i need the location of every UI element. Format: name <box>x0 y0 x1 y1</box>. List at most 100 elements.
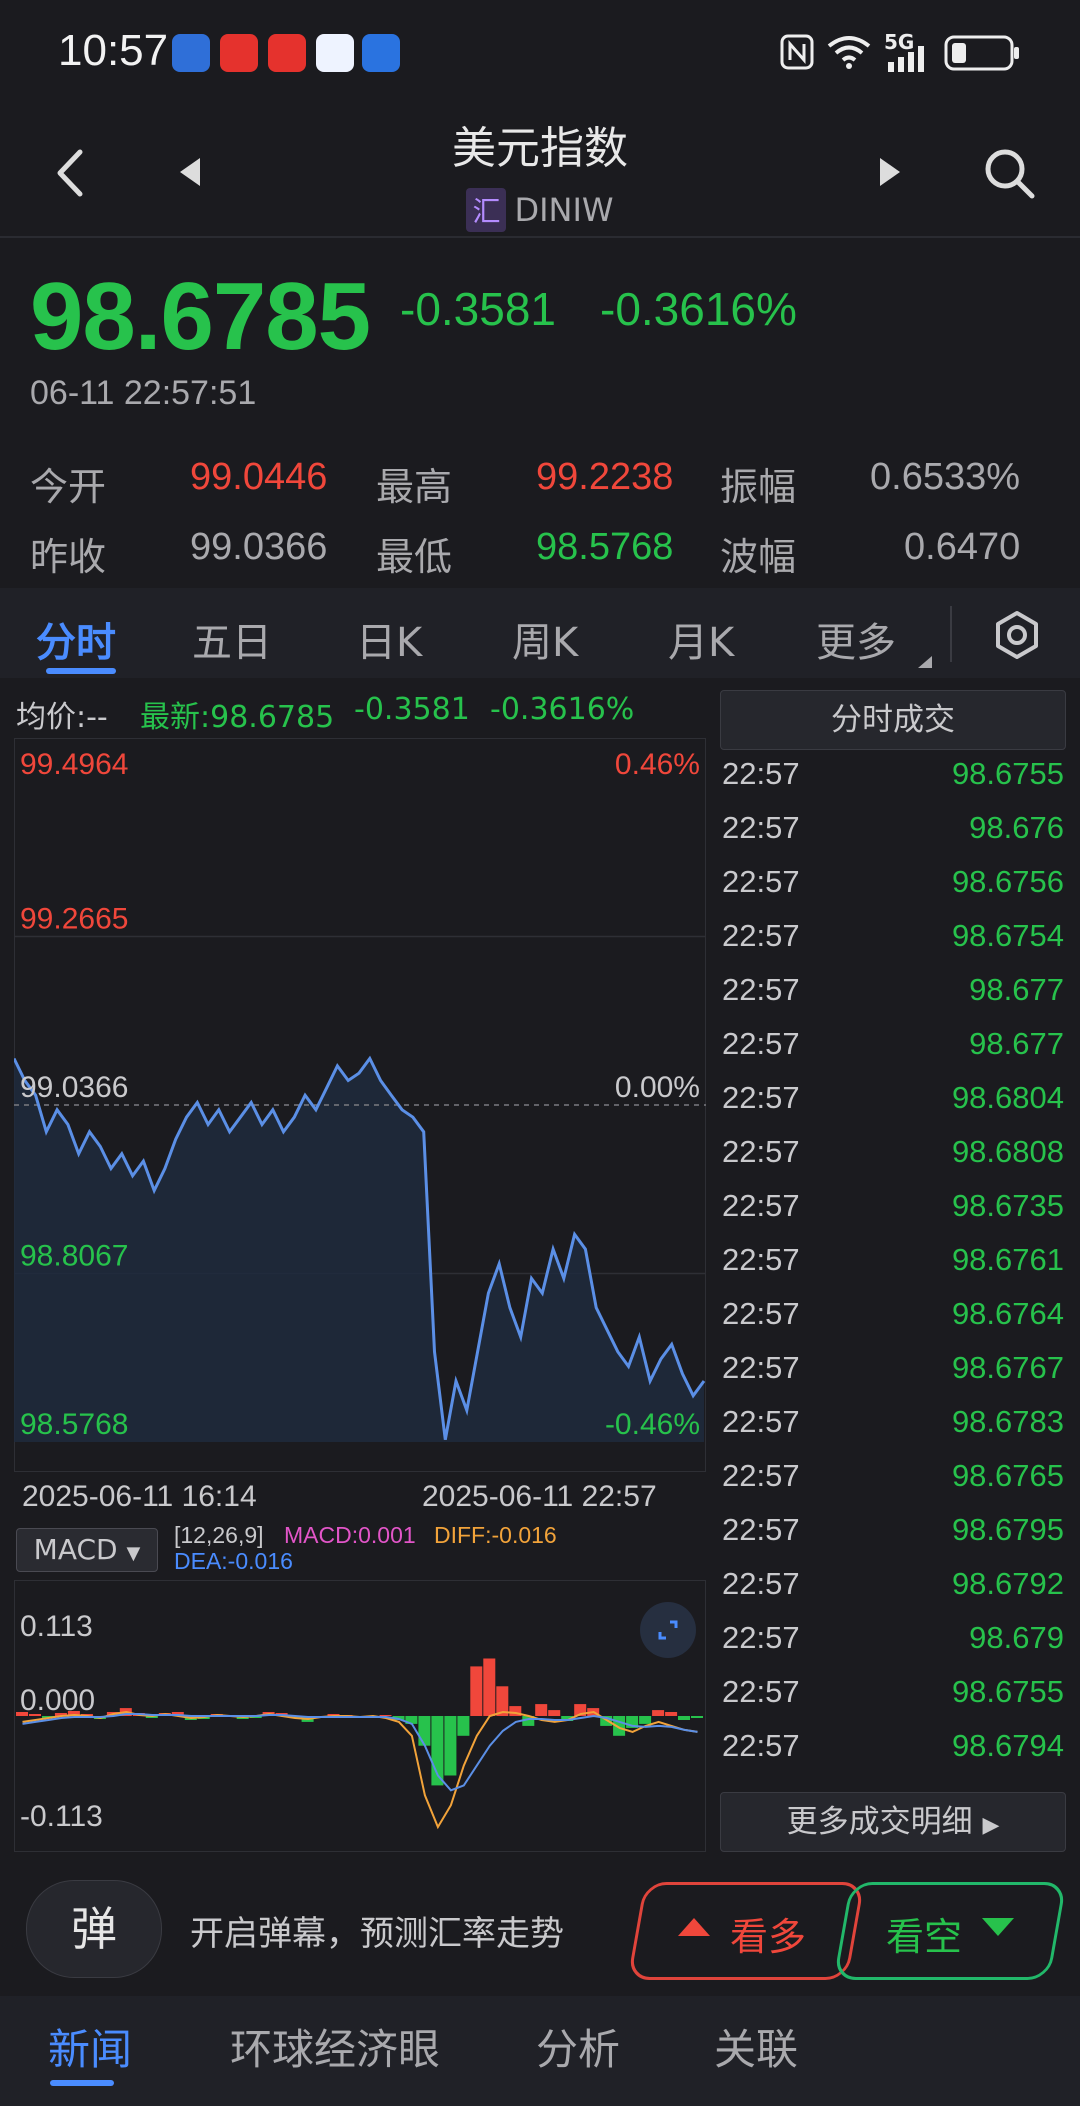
danmu-prompt[interactable]: 开启弹幕，预测汇率走势 <box>190 1906 564 1955</box>
macd-bar <box>483 1658 496 1716</box>
trade-time: 22:57 <box>722 1350 800 1385</box>
clock: 10:57 <box>58 26 169 75</box>
trades-header[interactable]: 分时成交 <box>720 690 1066 750</box>
trade-time: 22:57 <box>722 1620 800 1655</box>
nfc-icon <box>780 34 814 70</box>
trade-time: 22:57 <box>722 1728 800 1763</box>
trade-time: 22:57 <box>722 1134 800 1169</box>
trade-price: 98.6804 <box>951 1080 1064 1115</box>
expand-chart-button[interactable] <box>640 1602 696 1658</box>
change-pct-legend: -0.3616% <box>490 692 635 727</box>
tab-global-economy[interactable]: 环球经济眼 <box>230 2016 440 2077</box>
trade-price: 98.6767 <box>951 1350 1064 1385</box>
bullish-label: 看多 <box>730 1915 807 1959</box>
tab-intraday[interactable]: 分时 <box>36 610 116 668</box>
trade-row: 22:57 98.6804 <box>720 1080 1064 1134</box>
chevron-right-icon: ▶ <box>982 1813 1000 1838</box>
trade-time: 22:57 <box>722 1458 800 1493</box>
tab-daily-k[interactable]: 日K <box>356 610 422 668</box>
active-tab-indicator <box>46 668 116 674</box>
search-icon[interactable] <box>982 146 1036 200</box>
trade-row: 22:57 98.6755 <box>720 1674 1064 1728</box>
trade-time: 22:57 <box>722 972 800 1007</box>
intraday-price-chart[interactable]: 99.4964 99.2665 99.0366 98.8067 98.5768 0.46%… <box>14 738 706 1472</box>
y-tick-pct-label: 0.46% <box>615 748 700 781</box>
dropdown-corner-icon <box>918 656 932 668</box>
last-price: 98.6785 <box>30 263 371 370</box>
stat-value-open: 99.0446 <box>190 456 328 498</box>
trade-row: 22:57 98.6756 <box>720 864 1064 918</box>
settings-gear-icon[interactable] <box>992 610 1042 660</box>
diff-line <box>22 1710 698 1830</box>
trade-price: 98.6761 <box>951 1242 1064 1277</box>
next-item-icon[interactable] <box>874 154 904 190</box>
trade-row: 22:57 98.6765 <box>720 1458 1064 1512</box>
trade-price: 98.6756 <box>951 864 1064 899</box>
avg-price-legend: 均价:-- <box>16 700 108 735</box>
trade-price: 98.6754 <box>951 918 1064 953</box>
macd-bar <box>470 1666 483 1716</box>
more-trades-button[interactable]: 更多成交明细 ▶ <box>720 1792 1066 1852</box>
tab-news[interactable]: 新闻 <box>48 2016 132 2077</box>
tab-weekly-k[interactable]: 周K <box>512 610 578 668</box>
stat-label: 最低 <box>376 535 453 579</box>
trade-row: 22:57 98.6792 <box>720 1566 1064 1620</box>
macd-bar <box>678 1716 690 1720</box>
y-tick-label: 99.2665 <box>20 903 128 936</box>
y-tick-label: 99.0366 <box>20 1071 128 1104</box>
stat-label: 振幅 <box>720 465 797 509</box>
tab-more[interactable]: 更多 <box>816 610 896 668</box>
tab-monthly-k[interactable]: 月K <box>668 610 734 668</box>
tab-analysis[interactable]: 分析 <box>536 2016 620 2077</box>
price-change: -0.3581 <box>400 283 557 335</box>
y-tick-label: 98.5768 <box>20 1408 128 1441</box>
notification-app-icon <box>268 34 306 72</box>
macd-y-tick-label: 0.113 <box>20 1610 93 1643</box>
macd-bar <box>691 1716 703 1718</box>
divider <box>0 236 1080 238</box>
battery-icon <box>944 35 1019 71</box>
macd-bar <box>639 1716 652 1724</box>
indicator-selector[interactable]: MACD ▼ <box>16 1528 158 1572</box>
trade-row: 22:57 98.6754 <box>720 918 1064 972</box>
status-bar: 10:57 5G <box>0 0 1080 100</box>
macd-bar <box>379 1715 392 1716</box>
page-title: 美元指数 <box>452 123 628 174</box>
signal-icon <box>888 46 924 72</box>
macd-bar <box>444 1716 457 1776</box>
trade-price: 98.6792 <box>951 1566 1064 1601</box>
macd-bar <box>652 1710 665 1716</box>
y-tick-pct-label: 0.00% <box>615 1071 700 1104</box>
stat-value-prev-close: 99.0366 <box>190 526 328 568</box>
symbol-subtitle: 汇 DINIW <box>0 188 1080 232</box>
trade-time: 22:57 <box>722 1566 800 1601</box>
latest-price-legend: 最新:98.6785 <box>140 700 335 735</box>
trade-price: 98.6783 <box>951 1404 1064 1439</box>
stat-label: 昨收 <box>30 535 107 579</box>
tab-related[interactable]: 关联 <box>714 2016 798 2077</box>
stat-value-high: 99.2238 <box>536 456 674 498</box>
trade-time: 22:57 <box>722 864 800 899</box>
macd-y-tick-label: 0.000 <box>20 1684 95 1717</box>
macd-chart[interactable]: 0.113 0.000 -0.113 <box>14 1580 706 1852</box>
trade-row: 22:57 98.6808 <box>720 1134 1064 1188</box>
macd-bar <box>457 1716 470 1736</box>
trade-row: 22:57 98.6755 <box>720 756 1064 810</box>
trade-row: 22:57 98.6795 <box>720 1512 1064 1566</box>
trade-price: 98.6755 <box>951 756 1064 791</box>
trade-row: 22:57 98.677 <box>720 1026 1064 1080</box>
price-change-pct: -0.3616% <box>600 283 797 335</box>
macd-bar <box>548 1710 561 1716</box>
y-tick-label: 98.8067 <box>20 1240 128 1273</box>
trade-price: 98.6808 <box>951 1134 1064 1169</box>
macd-bar <box>535 1704 548 1716</box>
trade-time: 22:57 <box>722 1242 800 1277</box>
trade-time: 22:57 <box>722 1188 800 1223</box>
x-axis-start-label: 2025-06-11 16:14 <box>22 1480 257 1513</box>
tab-five-day[interactable]: 五日 <box>192 610 272 668</box>
trade-time: 22:57 <box>722 1026 800 1061</box>
more-trades-label: 更多成交明细 <box>786 1804 973 1840</box>
y-tick-label: 99.4964 <box>20 748 128 781</box>
stat-value-range: 0.6470 <box>904 526 1021 568</box>
danmu-toggle-button[interactable]: 弹 <box>26 1880 162 1978</box>
